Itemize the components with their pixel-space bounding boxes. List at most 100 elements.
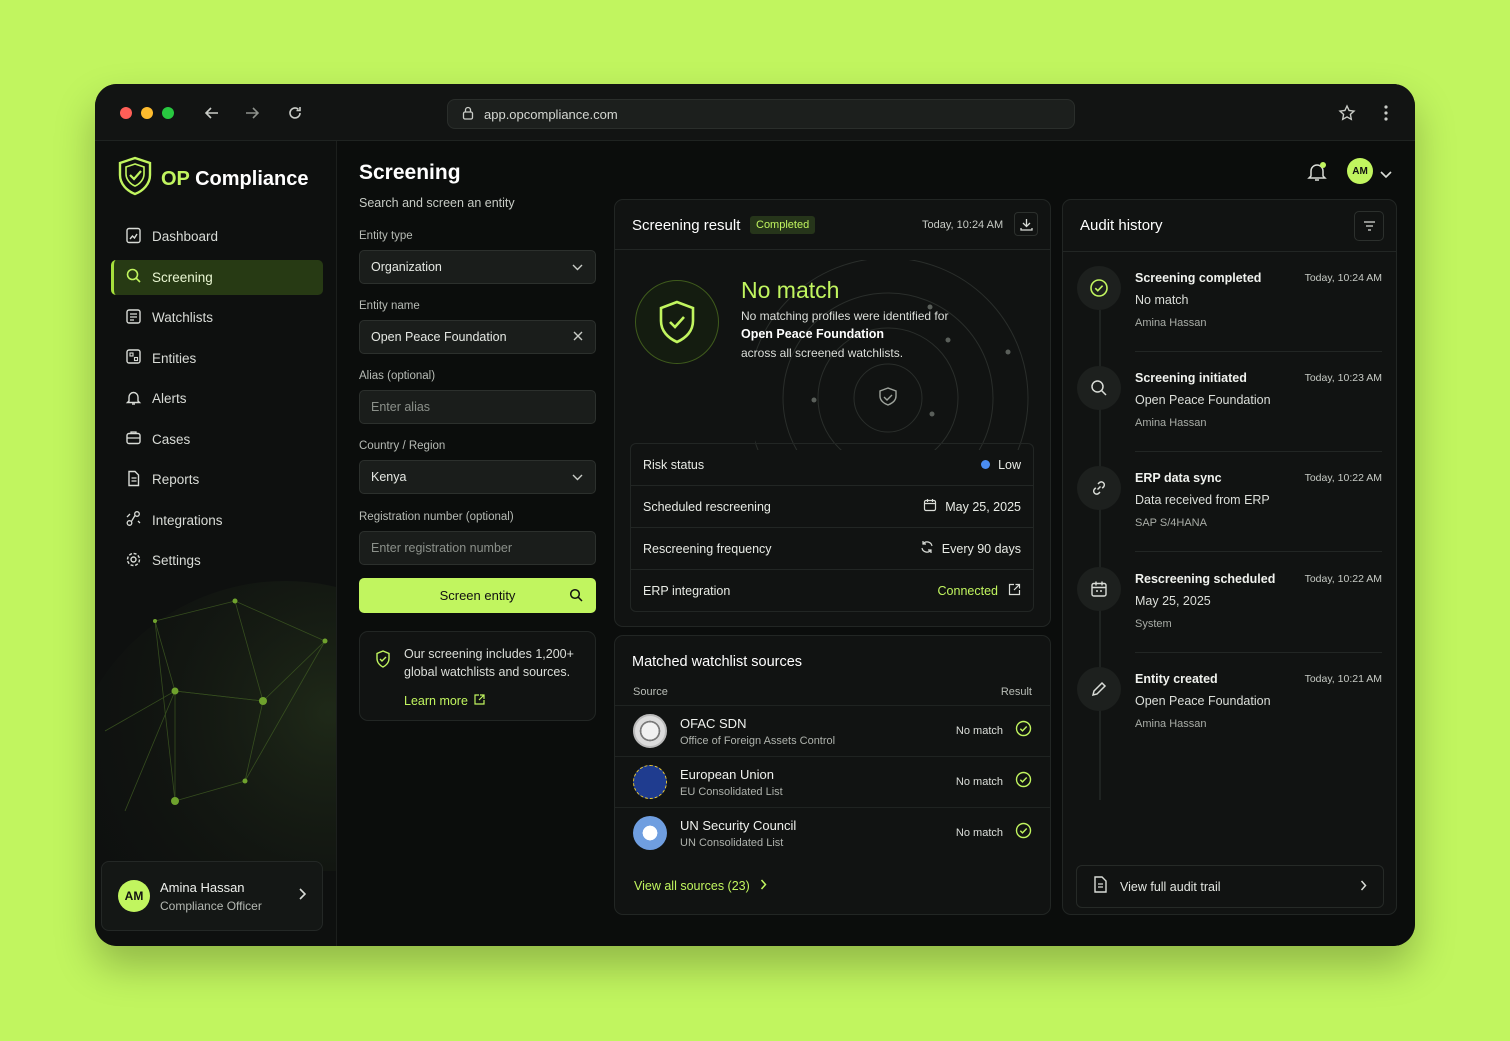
column-header-source: Source [633,686,668,698]
source-row[interactable]: European Union EU Consolidated List No ma… [615,756,1050,807]
forward-arrow-icon[interactable] [241,102,263,124]
sidebar-item-cases[interactable]: Cases [111,422,323,457]
reload-icon[interactable] [284,102,306,124]
link-icon [1077,466,1121,510]
audit-entry-time: Today, 10:21 AM [1304,673,1382,685]
user-role: Compliance Officer [160,898,262,913]
audit-entry-title: Screening completed [1135,271,1262,285]
source-row[interactable]: UN Security Council UN Consolidated List … [615,807,1050,858]
source-name: OFAC SDN [680,715,747,731]
view-all-sources-link[interactable]: View all sources (23) [634,879,767,893]
refresh-icon [920,540,934,557]
sources-title: Matched watchlist sources [632,654,803,670]
more-vertical-icon[interactable] [1375,102,1397,124]
list-icon [125,308,142,328]
minimize-window-button[interactable] [141,107,153,119]
entity-type-select[interactable]: Organization [359,250,596,284]
shield-check-icon [635,280,719,364]
chevron-right-icon [1360,878,1367,896]
view-full-audit-label: View full audit trail [1120,879,1221,894]
risk-status-row: Risk status Low [631,444,1033,485]
audit-entry[interactable]: Rescreening scheduled Today, 10:22 AM Ma… [1077,567,1382,667]
source-name: UN Security Council [680,817,797,833]
audit-entry[interactable]: Entity created Today, 10:21 AM Open Peac… [1077,667,1382,767]
main-content: Screening Search and screen an entity AM… [337,141,1415,946]
entity-name-field[interactable]: Open Peace Foundation [359,320,596,354]
result-details-table: Risk status Low Scheduled rescreening May … [630,443,1034,612]
column-header-result: Result [1000,686,1032,698]
maximize-window-button[interactable] [162,107,174,119]
lock-icon [462,106,474,123]
shield-logo-icon [117,156,153,202]
result-description-2: across all screened watchlists. [741,346,904,360]
audit-entry[interactable]: Screening completed Today, 10:24 AM No m… [1077,266,1382,366]
source-name: European Union [680,766,774,782]
calendar-icon [923,498,937,515]
sidebar-item-label: Screening [152,269,213,285]
alias-field[interactable]: Enter alias [359,390,596,424]
chevron-down-icon [572,260,583,274]
alias-label: Alias (optional) [359,370,436,382]
download-icon[interactable] [1014,212,1038,236]
audit-entry-title: Entity created [1135,672,1218,686]
entity-type-label: Entity type [359,230,413,242]
result-title: Screening result [632,217,741,234]
row-label: Risk status [643,457,705,472]
audit-entry[interactable]: Screening initiated Today, 10:23 AM Open… [1077,366,1382,466]
learn-more-link[interactable]: Learn more [404,694,485,708]
notification-bell-icon[interactable] [1307,161,1327,188]
clear-icon[interactable] [573,330,583,344]
sidebar-item-label: Integrations [152,512,223,528]
back-arrow-icon[interactable] [201,102,223,124]
filter-icon[interactable] [1354,211,1384,241]
audit-entry[interactable]: ERP data sync Today, 10:22 AM Data recei… [1077,466,1382,566]
entity-name-value: Open Peace Foundation [371,330,507,344]
integrations-icon [125,510,142,530]
info-card: Our screening includes 1,200+ global wat… [359,631,596,721]
address-bar[interactable]: app.opcompliance.com [447,99,1075,129]
audit-entry-actor: Amina Hassan [1135,718,1207,730]
row-label: Rescreening frequency [643,541,772,556]
registration-label: Registration number (optional) [359,511,514,523]
sidebar-item-watchlists[interactable]: Watchlists [111,300,323,335]
country-value: Kenya [371,470,407,484]
sidebar-item-dashboard[interactable]: Dashboard [111,219,323,254]
sidebar-item-screening[interactable]: Screening [111,259,323,295]
external-link-icon[interactable] [1008,583,1021,599]
frequency-value: Every 90 days [941,541,1021,556]
audit-history-panel: Audit history Screening completed Today,… [1062,199,1397,915]
check-circle-icon [1015,720,1032,742]
external-link-icon [474,694,485,708]
sidebar-item-integrations[interactable]: Integrations [111,503,323,538]
screen-entity-button[interactable]: Screen entity [359,578,596,613]
header-avatar[interactable]: AM [1347,158,1373,184]
matched-sources-panel: Matched watchlist sources Source Result … [614,635,1051,915]
chevron-right-icon [298,887,307,905]
sidebar-item-reports[interactable]: Reports [111,462,323,497]
sidebar-item-label: Watchlists [152,310,214,325]
star-icon[interactable] [1336,102,1358,124]
page-subtitle: Search and screen an entity [359,196,515,210]
status-badge: Completed [750,216,816,234]
document-icon [125,470,142,490]
entities-icon [125,348,142,368]
sidebar-item-alerts[interactable]: Alerts [111,381,323,416]
browser-toolbar: app.opcompliance.com [95,84,1415,141]
user-profile-card[interactable]: AM Amina Hassan Compliance Officer [101,861,323,931]
sidebar-item-entities[interactable]: Entities [111,341,323,376]
eu-flag-icon [633,765,667,799]
chevron-down-icon[interactable] [1380,166,1392,184]
bell-icon [125,389,142,409]
country-select[interactable]: Kenya [359,460,596,494]
search-icon [125,267,142,287]
view-full-audit-button[interactable]: View full audit trail [1076,865,1384,908]
source-row[interactable]: OFAC SDN Office of Foreign Assets Control… [615,705,1050,756]
learn-more-label: Learn more [404,694,468,708]
registration-field[interactable]: Enter registration number [359,531,596,565]
close-window-button[interactable] [120,107,132,119]
audit-entry-detail: Open Peace Foundation [1135,694,1271,708]
result-timestamp: Today, 10:24 AM [922,219,1004,231]
brand-logo[interactable]: OP Compliance [117,156,308,202]
ofac-seal-icon [633,714,667,748]
risk-value: Low [998,457,1021,472]
